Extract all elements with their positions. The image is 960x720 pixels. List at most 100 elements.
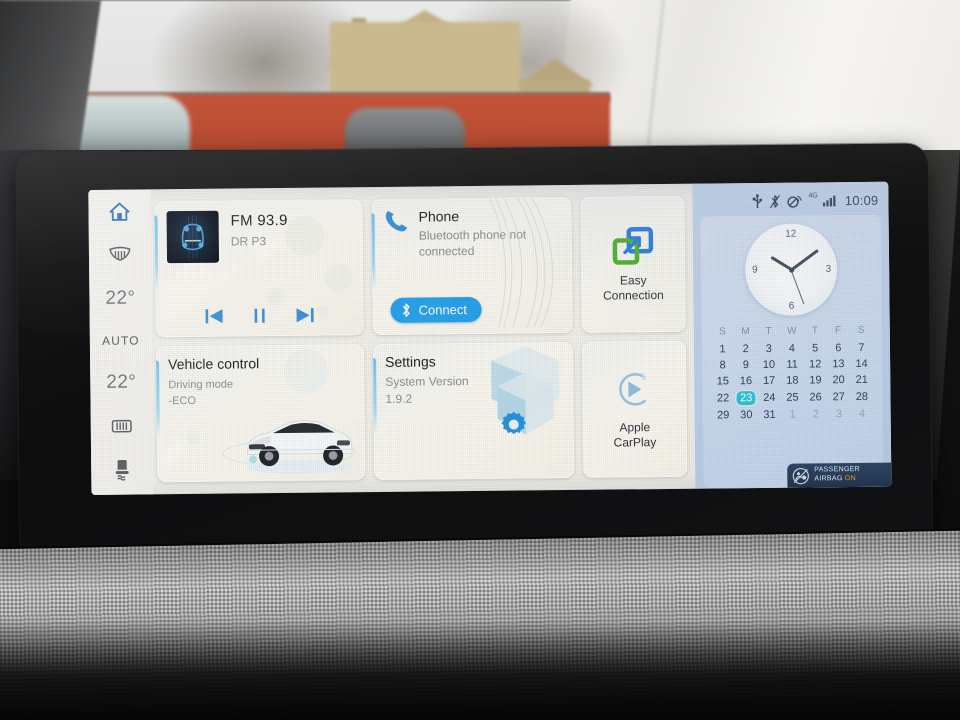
calendar-day[interactable]: 2 <box>804 406 827 422</box>
apple-carplay-widget[interactable]: Apple CarPlay <box>581 340 688 478</box>
parked-car-left <box>25 95 190 155</box>
phone-handset-icon <box>385 210 408 232</box>
system-version-label: System Version <box>385 374 469 389</box>
home-icon <box>109 202 130 221</box>
media-info: FM 93.9 DR P3 <box>166 209 352 264</box>
calendar-day[interactable]: 19 <box>804 372 827 388</box>
calendar-day[interactable]: 5 <box>803 340 826 356</box>
calendar-day[interactable]: 30 <box>735 407 758 423</box>
passenger-airbag-icon <box>792 467 809 484</box>
front-defrost-button[interactable] <box>107 246 133 264</box>
infotainment-bezel: 22° AUTO 22° FM 93.9 DR P3 Phone Bluetoo… <box>15 143 933 561</box>
calendar-day-selected[interactable]: 23 <box>735 389 758 407</box>
calendar-day-number: 6 <box>835 342 842 355</box>
calendar-day[interactable]: 8 <box>711 357 734 373</box>
apple-carplay-label: Apple CarPlay <box>613 419 657 450</box>
status-bar: 4G 10:09 <box>700 190 880 212</box>
calendar-day[interactable]: 11 <box>780 357 803 373</box>
calendar-day[interactable]: 2 <box>734 341 757 357</box>
front-defrost-icon <box>109 246 131 261</box>
calendar-day-number: 11 <box>786 358 798 371</box>
widget-grid: FM 93.9 DR P3 Phone Bluetooth phone not … <box>150 184 695 495</box>
calendar-day[interactable]: 1 <box>781 407 804 423</box>
easy-connection-line2: Connection <box>602 287 664 303</box>
calendar-day[interactable]: 20 <box>827 372 850 388</box>
calendar-day[interactable]: 24 <box>758 390 781 406</box>
phone-header: Phone Bluetooth phone not connected <box>383 207 560 260</box>
pause-button[interactable] <box>253 307 267 324</box>
carplay-line1: Apple <box>619 419 651 434</box>
calendar-week-row: 8 9 10 11 12 13 14 <box>711 356 873 374</box>
calendar-day[interactable]: 18 <box>781 373 804 389</box>
hotspot-muted-icon <box>787 195 802 208</box>
calendar-day[interactable]: 31 <box>758 407 781 423</box>
clock-calendar-card[interactable]: 12 3 6 9 SMTWTFS 1 2 3 4 5 6 7 8 9 10 11 12 13 14 15 16… <box>700 214 884 489</box>
calendar-day[interactable]: 3 <box>827 406 850 422</box>
calendar-day[interactable]: 14 <box>850 356 873 372</box>
airbag-state: ON <box>844 475 857 483</box>
media-widget[interactable]: FM 93.9 DR P3 <box>154 199 364 338</box>
suv-illustration-icon <box>246 420 353 474</box>
calendar-day[interactable]: 28 <box>850 389 873 405</box>
chimney <box>352 18 366 58</box>
calendar-week-row: 29 30 31 1 2 3 4 <box>712 406 874 424</box>
calendar-day[interactable]: 13 <box>827 356 850 372</box>
calendar-day-number: 3 <box>765 342 772 355</box>
easy-connection-label: Easy Connection <box>603 273 664 304</box>
auto-climate-button[interactable]: AUTO <box>102 334 140 348</box>
passenger-temperature[interactable]: 22° <box>106 372 136 394</box>
rear-defrost-button[interactable] <box>110 418 134 435</box>
usb-icon <box>752 193 763 208</box>
settings-widget[interactable]: Settings System Version 1.9.2 <box>372 341 575 481</box>
calendar-day-number: 30 <box>740 409 753 422</box>
calendar-day[interactable]: 9 <box>734 357 757 373</box>
calendar-day-number: 7 <box>858 341 865 354</box>
calendar-day[interactable]: 6 <box>827 340 850 356</box>
calendar-day[interactable]: 29 <box>712 407 735 423</box>
easy-connection-widget[interactable]: Easy Connection <box>580 195 686 333</box>
airbag-text: PASSENGER AIRBAG ON <box>814 466 860 484</box>
calendar-day-number: 8 <box>719 359 726 372</box>
calendar-day-number: 14 <box>855 357 868 371</box>
next-track-button[interactable] <box>295 307 315 324</box>
driver-temperature[interactable]: 22° <box>105 288 135 310</box>
calendar-day[interactable]: 10 <box>757 357 780 373</box>
driving-mode-value: -ECO <box>168 394 197 408</box>
calendar-day[interactable]: 7 <box>850 340 873 356</box>
calendar-weekday: W <box>787 325 797 337</box>
apple-carplay-icon <box>619 371 646 406</box>
bluetooth-icon <box>402 303 410 318</box>
calendar-day[interactable]: 27 <box>827 389 850 405</box>
calendar-day-number: 16 <box>739 375 753 388</box>
calendar-day[interactable]: 4 <box>850 406 873 422</box>
seat-heater-button[interactable] <box>111 459 133 481</box>
calendar-weekday: S <box>718 326 726 338</box>
previous-track-button[interactable] <box>205 308 225 325</box>
calendar-day[interactable]: 21 <box>850 372 873 388</box>
calendar-day-number: 23 <box>736 391 756 406</box>
calendar-day[interactable]: 25 <box>781 390 804 406</box>
calendar-day-number: 4 <box>788 342 796 355</box>
calendar-day[interactable]: 12 <box>804 356 827 372</box>
calendar-day[interactable]: 1 <box>711 341 734 357</box>
clock-second-hand <box>790 269 805 305</box>
rear-defrost-icon <box>111 419 132 433</box>
phone-widget[interactable]: Phone Bluetooth phone not connected Conn… <box>371 196 573 336</box>
calendar-day[interactable]: 26 <box>804 389 827 405</box>
calendar-day[interactable]: 3 <box>757 341 780 357</box>
calendar-day[interactable]: 17 <box>758 373 781 389</box>
calendar-day-number: 20 <box>832 374 845 387</box>
conifer-tree <box>45 10 75 110</box>
connect-button[interactable]: Connect <box>390 296 483 323</box>
station-name: FM 93.9 <box>230 211 288 230</box>
calendar-day[interactable]: 22 <box>711 390 734 406</box>
calendar-day[interactable]: 16 <box>734 373 757 389</box>
vehicle-control-widget[interactable]: Vehicle control Driving mode -ECO <box>155 344 366 483</box>
album-art <box>166 210 220 264</box>
home-button[interactable] <box>108 202 130 222</box>
calendar-week-row: 15 16 17 18 19 20 21 <box>711 372 873 390</box>
calendar-day-number: 3 <box>835 408 843 421</box>
calendar-day[interactable]: 4 <box>780 341 803 357</box>
gear-icon <box>501 411 527 435</box>
calendar-day[interactable]: 15 <box>711 373 734 389</box>
